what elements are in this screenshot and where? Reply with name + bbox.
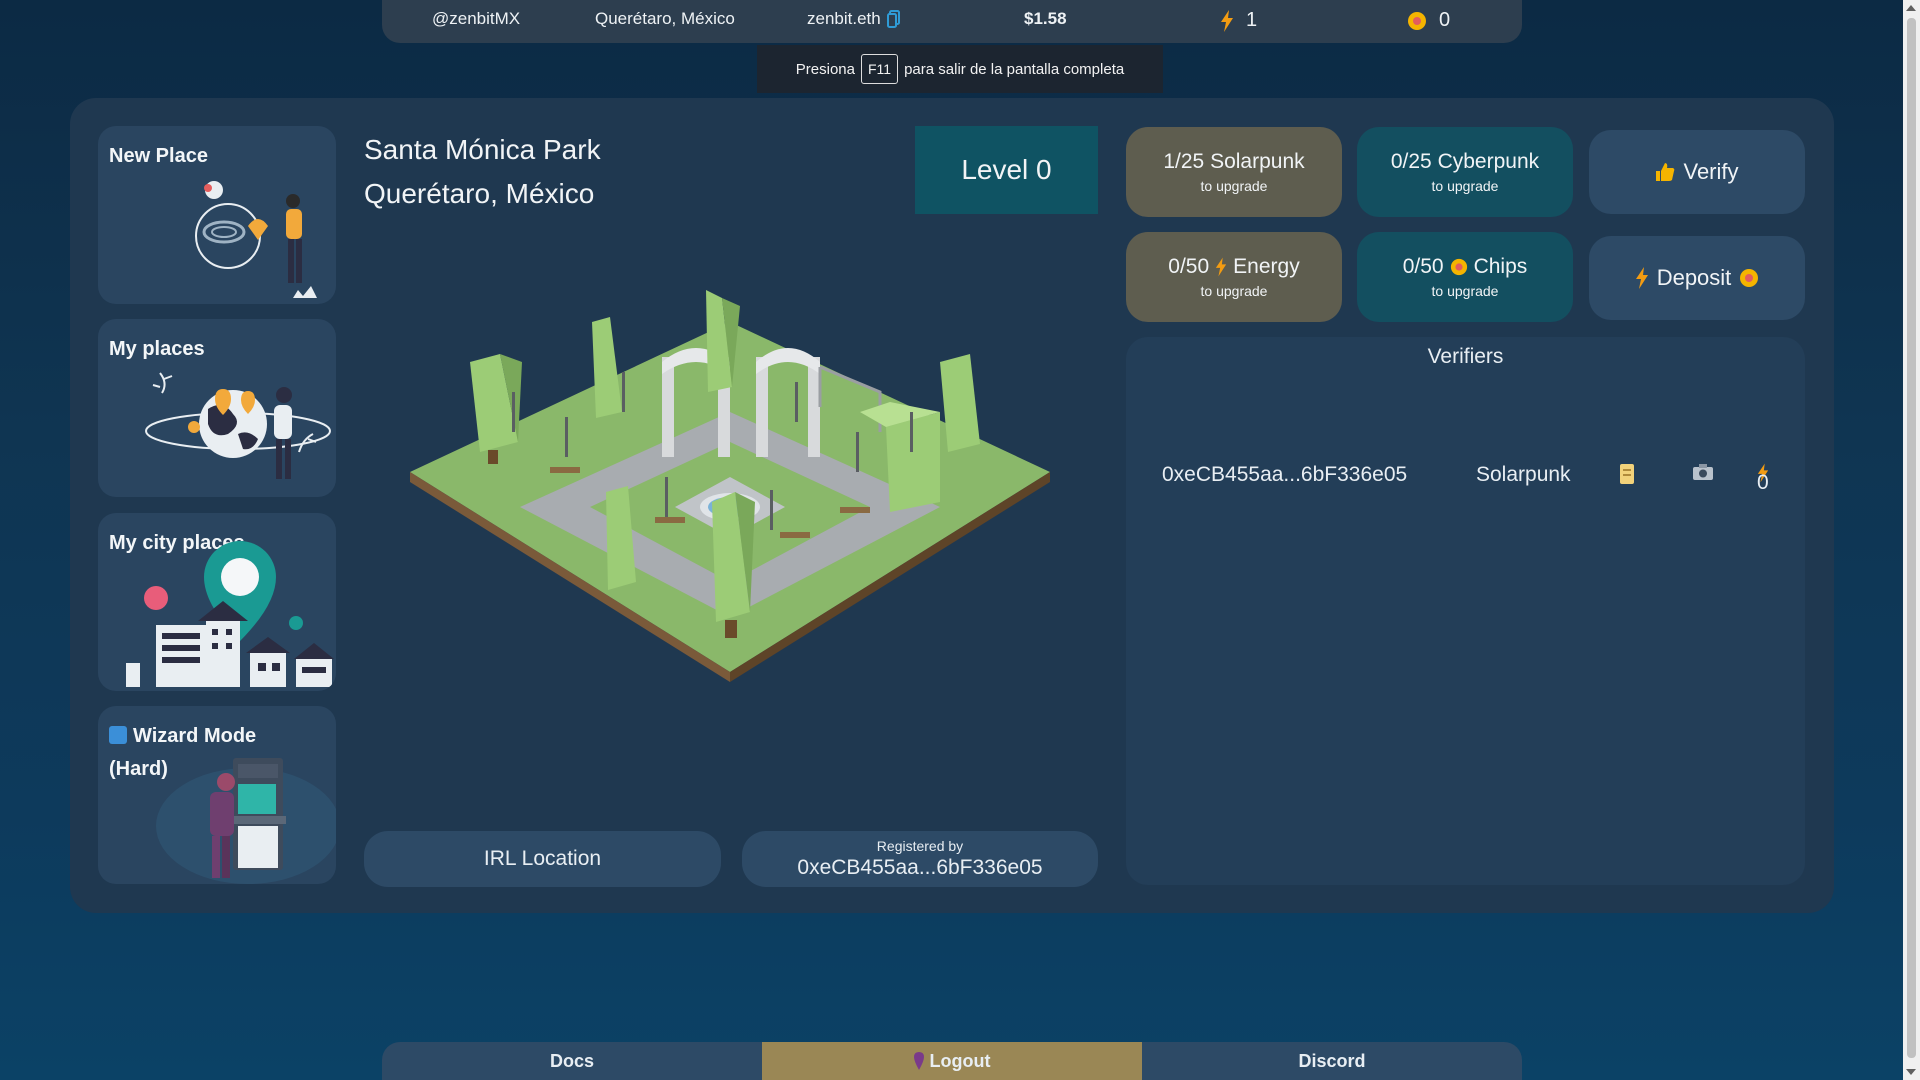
discord-button[interactable]: Discord (1142, 1042, 1522, 1080)
pin-icon (913, 1052, 924, 1070)
scroll-down-icon[interactable] (1906, 1069, 1916, 1075)
my-places-card[interactable]: My places (98, 319, 336, 497)
balance: $1.58 (1024, 9, 1067, 28)
logout-button[interactable]: Logout (762, 1042, 1142, 1080)
chip-icon (1408, 11, 1426, 30)
page-scrollbar[interactable] (1903, 0, 1920, 1080)
arcade-illustration (156, 758, 336, 884)
my-city-places-illustration (126, 541, 334, 687)
thumbs-up-icon (1656, 163, 1675, 181)
deposit-button[interactable]: Deposit (1589, 236, 1805, 320)
place-title: Santa Mónica Park Querétaro, México (364, 128, 601, 216)
user-location: Querétaro, México (595, 9, 735, 28)
chips-progress: 0/50 Chips to upgrade (1357, 232, 1573, 322)
ens-name[interactable]: zenbit.eth (807, 9, 901, 29)
fullscreen-toast: Presiona F11 para salir de la pantalla c… (757, 45, 1163, 93)
verifier-energy: 0 (1757, 463, 1769, 494)
place-name: Santa Mónica Park (364, 134, 601, 165)
irl-location-button[interactable]: IRL Location (364, 831, 721, 887)
verify-button[interactable]: Verify (1589, 130, 1805, 214)
lightning-icon (1635, 267, 1648, 289)
verifier-row: 0xeCB455aa...6bF336e05 Solarpunk 0 (1126, 455, 1805, 495)
verifier-type: Solarpunk (1476, 463, 1571, 486)
f11-key: F11 (860, 54, 899, 84)
energy-progress: 0/50 Energy to upgrade (1126, 232, 1342, 322)
wizard-mode-card[interactable]: Wizard Mode (Hard) (98, 706, 336, 884)
chips-counter: 0 (1407, 9, 1450, 32)
my-places-illustration (145, 372, 331, 479)
level-badge: Level 0 (915, 126, 1098, 214)
verifiers-title: Verifiers (1427, 345, 1504, 368)
camera-icon[interactable] (1692, 463, 1714, 481)
chip-icon (1740, 269, 1759, 287)
place-city: Querétaro, México (364, 178, 595, 209)
copy-icon[interactable] (886, 10, 901, 28)
park-3d-model[interactable] (400, 262, 1060, 682)
scroll-icon[interactable] (1618, 463, 1636, 485)
new-place-illustration (195, 181, 317, 298)
new-place-card[interactable]: New Place (98, 126, 336, 304)
chip-icon (1450, 258, 1467, 276)
footer-nav: Docs Logout Discord (382, 1042, 1522, 1080)
docs-button[interactable]: Docs (382, 1042, 762, 1080)
verifier-address[interactable]: 0xeCB455aa...6bF336e05 (1162, 463, 1407, 487)
top-status-bar: @zenbitMX Querétaro, México zenbit.eth $… (382, 0, 1522, 43)
scrollbar-thumb[interactable] (1907, 18, 1916, 1058)
lightning-icon (1221, 9, 1233, 32)
verifiers-panel: Verifiers 0xeCB455aa...6bF336e05 Solarpu… (1126, 337, 1805, 885)
solarpunk-progress: 1/25 Solarpunk to upgrade (1126, 127, 1342, 217)
username[interactable]: @zenbitMX (432, 9, 520, 29)
energy-counter: 1 (1220, 9, 1257, 32)
lightning-icon (1216, 257, 1227, 277)
my-city-places-card[interactable]: My city places (98, 513, 336, 691)
cyberpunk-progress: 0/25 Cyberpunk to upgrade (1357, 127, 1573, 217)
registered-by-box: Registered by 0xeCB455aa...6bF336e05 (742, 831, 1098, 887)
scroll-up-icon[interactable] (1906, 5, 1916, 11)
registered-address[interactable]: 0xeCB455aa...6bF336e05 (797, 856, 1042, 880)
